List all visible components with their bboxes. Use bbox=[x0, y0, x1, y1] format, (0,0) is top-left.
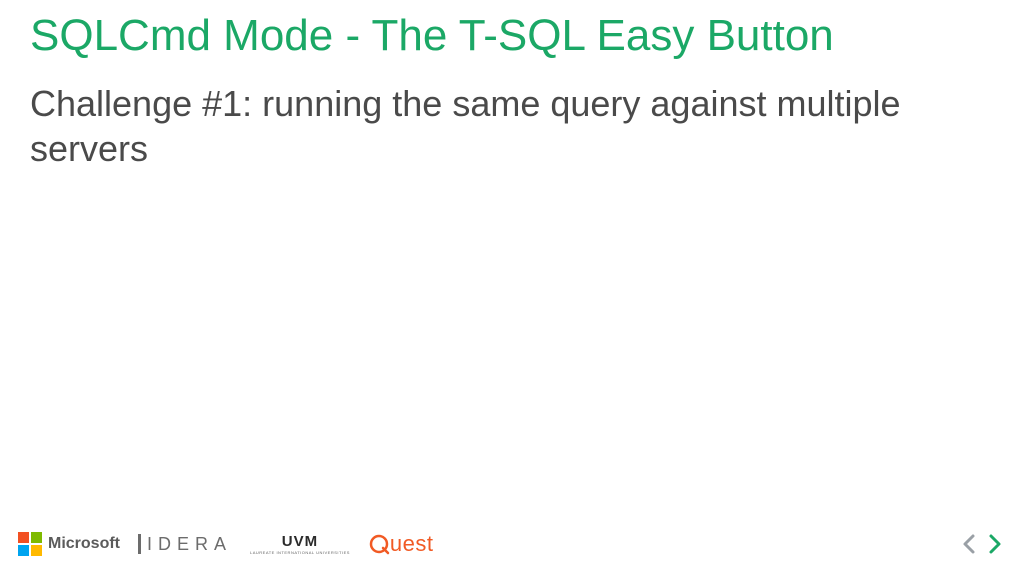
quest-logo: uest bbox=[368, 531, 434, 557]
idera-text: IDERA bbox=[147, 534, 232, 555]
quest-text: uest bbox=[390, 531, 434, 557]
uvm-text: UVM bbox=[282, 534, 318, 549]
prev-slide-button[interactable] bbox=[958, 533, 980, 555]
slide-footer: Microsoft IDERA UVM LAUREATE INTERNATION… bbox=[18, 524, 1006, 564]
slide-subtitle: Challenge #1: running the same query aga… bbox=[30, 81, 930, 171]
microsoft-squares-icon bbox=[18, 532, 42, 556]
uvm-logo: UVM LAUREATE INTERNATIONAL UNIVERSITIES bbox=[250, 534, 350, 555]
nav-arrows bbox=[958, 533, 1006, 555]
idera-bar-icon bbox=[138, 534, 141, 554]
slide-title: SQLCmd Mode - The T-SQL Easy Button bbox=[30, 10, 994, 63]
sponsor-logos: Microsoft IDERA UVM LAUREATE INTERNATION… bbox=[18, 531, 434, 557]
microsoft-text: Microsoft bbox=[48, 535, 120, 553]
quest-q-icon bbox=[368, 533, 390, 555]
chevron-right-icon bbox=[987, 533, 1003, 555]
next-slide-button[interactable] bbox=[984, 533, 1006, 555]
microsoft-logo: Microsoft bbox=[18, 532, 120, 556]
uvm-subtext: LAUREATE INTERNATIONAL UNIVERSITIES bbox=[250, 551, 350, 555]
idera-logo: IDERA bbox=[138, 534, 232, 555]
slide-container: SQLCmd Mode - The T-SQL Easy Button Chal… bbox=[0, 0, 1024, 576]
chevron-left-icon bbox=[961, 533, 977, 555]
